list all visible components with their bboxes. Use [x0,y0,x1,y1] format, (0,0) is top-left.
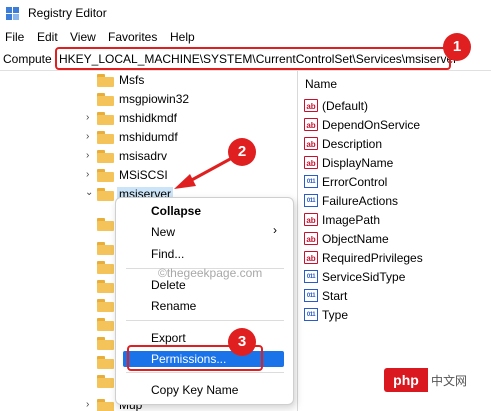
folder-icon [97,169,114,182]
menu-edit[interactable]: Edit [37,30,58,44]
value-name: RequiredPrivileges [322,251,423,265]
chevron-right-icon: › [273,223,277,237]
chevron-right-icon[interactable]: › [86,169,96,181]
value-name: Description [322,137,383,151]
annotation-badge-2: 2 [228,138,256,166]
php-logo-text: 中文网 [431,374,468,388]
value-name: FailureActions [322,194,399,208]
registry-editor-icon [6,7,19,20]
value-name: DependOnService [322,118,421,132]
chevron-right-icon[interactable]: › [86,131,96,143]
string-value-icon: ab [304,213,318,226]
menu-item-delete[interactable]: Delete [151,278,186,292]
folder-icon [97,375,114,388]
tree-item[interactable]: › mshidkmdf [0,109,296,128]
tree-item-label: msgpiowin32 [119,92,190,106]
annotation-badge-3: 3 [228,328,256,356]
value-name: ObjectName [322,232,389,246]
menu-view[interactable]: View [70,30,96,44]
folder-icon [97,150,114,163]
title-bar: Registry Editor [0,0,491,26]
tree-item-label: mshidumdf [119,130,178,144]
string-value-icon: ab [304,156,318,169]
folder-icon [97,131,114,144]
binary-value-icon: 011 [304,175,318,188]
folder-icon [97,318,114,331]
menu-help[interactable]: Help [170,30,195,44]
window-title: Registry Editor [28,6,107,20]
value-name: ImagePath [322,213,381,227]
chevron-right-icon[interactable]: › [86,150,96,162]
chevron-right-icon[interactable]: › [86,399,96,411]
column-header-name[interactable]: Name [305,77,337,91]
folder-icon [97,242,114,255]
menu-separator [126,320,284,321]
binary-value-icon: 011 [304,308,318,321]
folder-icon [97,261,114,274]
menu-item-collapse[interactable]: Collapse [151,204,201,218]
string-value-icon: ab [304,99,318,112]
chevron-down-icon[interactable]: ⌄ [85,187,95,199]
folder-icon [97,188,114,201]
menu-item-new[interactable]: New [151,225,175,239]
menu-item-find[interactable]: Find... [151,247,184,261]
annotation-badge-1: 1 [443,33,471,61]
folder-icon [97,280,114,293]
tree-item-label: msisadrv [119,149,168,163]
folder-icon [97,399,114,411]
menu-file[interactable]: File [5,30,24,44]
value-name: DisplayName [322,156,394,170]
binary-value-icon: 011 [304,194,318,207]
value-name: ServiceSidType [322,270,406,284]
folder-icon [97,356,114,369]
value-name: Type [322,308,349,322]
menu-item-rename[interactable]: Rename [151,299,196,313]
binary-value-icon: 011 [304,289,318,302]
folder-icon [97,299,114,312]
chevron-right-icon[interactable]: › [86,112,96,124]
folder-icon [97,93,114,106]
php-logo-mark: php [384,368,428,392]
value-name: (Default) [322,99,369,113]
folder-icon [97,218,114,231]
tree-item[interactable]: › MSiSCSI [0,166,296,185]
menu-separator [126,372,284,373]
tree-item-label: Msfs [119,73,145,87]
folder-icon [97,112,114,125]
binary-value-icon: 011 [304,270,318,283]
string-value-icon: ab [304,232,318,245]
folder-icon [97,74,114,87]
watermark: ©thegeekpage.com [158,266,263,280]
menu-item-copy-key-name[interactable]: Copy Key Name [151,383,238,397]
tree-item-label: mshidkmdf [119,111,178,125]
address-prefix: Compute [3,52,52,66]
tree-item[interactable]: msgpiowin32 [0,90,296,109]
string-value-icon: ab [304,251,318,264]
annotation-highlight-address [55,47,451,70]
context-menu: Collapse New › Find... Delete Rename Exp… [115,197,294,405]
tree-item[interactable]: Msfs [0,71,296,90]
menu-item-export[interactable]: Export [151,331,186,345]
string-value-icon: ab [304,118,318,131]
value-name: ErrorControl [322,175,388,189]
php-logo: php 中文网 [384,368,482,392]
string-value-icon: ab [304,137,318,150]
value-name: Start [322,289,348,303]
folder-icon [97,337,114,350]
menu-bar: File Edit View Favorites Help [0,27,491,47]
tree-item-label: MSiSCSI [119,168,168,182]
values-pane[interactable]: Name ab (Default) ab DependOnService ab … [298,71,491,411]
menu-favorites[interactable]: Favorites [108,30,157,44]
